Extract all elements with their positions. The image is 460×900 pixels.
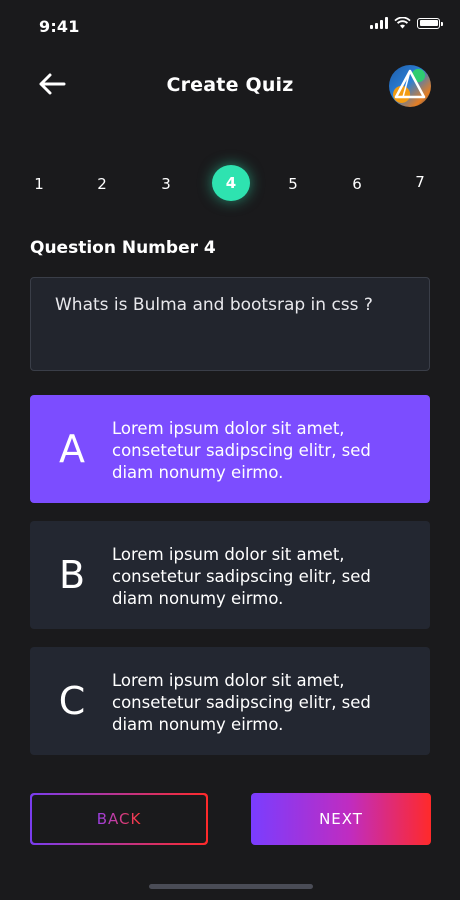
option-a[interactable]: A Lorem ipsum dolor sit amet, consetetur… — [30, 395, 430, 503]
option-text: Lorem ipsum dolor sit amet, consetetur s… — [112, 545, 371, 608]
step-7[interactable]: 7 — [401, 164, 439, 200]
back-button-label: BACK — [96, 810, 142, 828]
option-c[interactable]: C Lorem ipsum dolor sit amet, consetetur… — [30, 647, 430, 755]
status-bar: 9:41 — [0, 0, 460, 54]
step-4-active[interactable]: 4 — [212, 165, 250, 201]
step-2[interactable]: 2 — [83, 166, 121, 202]
next-button[interactable]: NEXT — [251, 793, 431, 845]
avatar[interactable] — [389, 65, 431, 107]
step-6[interactable]: 6 — [338, 166, 376, 202]
option-text: Lorem ipsum dolor sit amet, consetetur s… — [112, 671, 371, 734]
step-1[interactable]: 1 — [20, 166, 58, 202]
status-time: 9:41 — [39, 17, 80, 36]
back-button[interactable]: BACK — [30, 793, 208, 845]
option-letter: A — [59, 427, 85, 471]
next-button-label: NEXT — [319, 810, 363, 828]
question-label: Question Number 4 — [30, 238, 216, 258]
cellular-signal-icon — [370, 17, 388, 29]
question-input[interactable]: Whats is Bulma and bootsrap in css ? — [30, 277, 430, 371]
wifi-icon — [394, 17, 411, 29]
option-b[interactable]: B Lorem ipsum dolor sit amet, consetetur… — [30, 521, 430, 629]
option-letter: C — [58, 679, 86, 723]
status-icons — [370, 17, 443, 29]
step-5[interactable]: 5 — [274, 166, 312, 202]
step-3[interactable]: 3 — [147, 166, 185, 202]
option-text: Lorem ipsum dolor sit amet, consetetur s… — [112, 419, 371, 482]
battery-icon — [417, 17, 443, 29]
home-indicator — [149, 884, 313, 889]
question-stepper: 1 2 3 4 5 6 7 — [0, 164, 460, 204]
header: Create Quiz — [0, 60, 460, 116]
option-letter: B — [58, 553, 86, 597]
